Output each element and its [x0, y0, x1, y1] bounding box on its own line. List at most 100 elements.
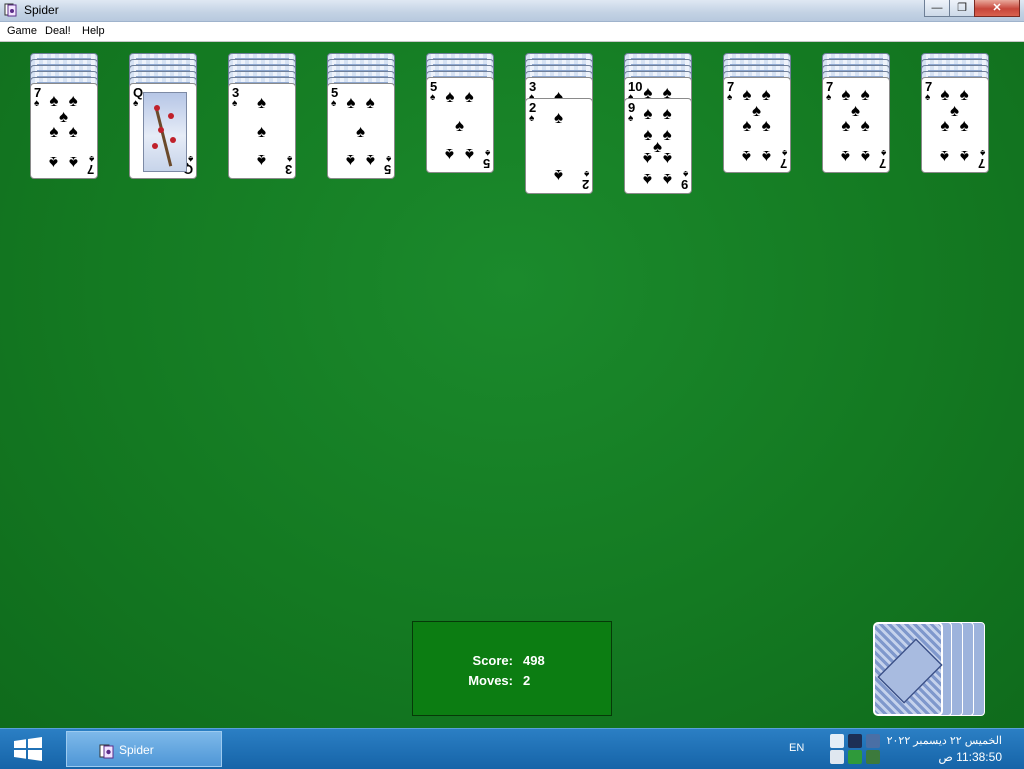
spade-icon: ♠ — [59, 106, 69, 126]
spade-icon: ♠ — [88, 153, 94, 164]
spade-icon: ♠ — [34, 98, 40, 109]
spade-icon: ♠ — [682, 168, 688, 179]
spade-icon: ♠ — [727, 92, 733, 103]
spade-icon: ♠ — [940, 146, 950, 166]
spade-icon: ♠ — [430, 92, 436, 103]
spade-icon: ♠ — [68, 91, 78, 111]
power-icon[interactable] — [866, 750, 880, 764]
playing-card[interactable]: 9 ♠ 9 ♠ ♠ ♠ ♠ ♠ ♠ ♠ ♠ ♠ ♠ — [624, 98, 692, 194]
action-center-icon[interactable] — [830, 734, 844, 748]
playing-card[interactable]: 7 ♠ 7 ♠ ♠ ♠ ♠ ♠ ♠ ♠ ♠ — [921, 77, 989, 173]
card-rank-bottom: 7 — [878, 156, 886, 171]
spade-icon: ♠ — [346, 93, 356, 113]
spade-icon: ♠ — [752, 100, 762, 120]
spade-icon: ♠ — [925, 92, 931, 103]
spade-icon: ♠ — [464, 87, 474, 107]
spade-icon: ♠ — [662, 125, 672, 145]
menu-deal[interactable]: Deal! — [45, 25, 71, 37]
spade-icon: ♠ — [643, 148, 653, 168]
spade-icon: ♠ — [628, 113, 634, 124]
volume-icon[interactable] — [830, 750, 844, 764]
card-rank-bottom: 3 — [284, 162, 292, 177]
spade-icon: ♠ — [257, 122, 267, 141]
spade-icon: ♠ — [68, 122, 78, 141]
card-rank-bottom: 2 — [581, 177, 589, 192]
spade-icon: ♠ — [653, 137, 663, 156]
spade-icon: ♠ — [365, 93, 375, 113]
playing-card[interactable]: 3♠3♠♠♠♠ — [228, 83, 296, 179]
menu-game[interactable]: Game — [7, 25, 37, 37]
windows-start-icon[interactable] — [8, 733, 48, 765]
playing-card[interactable]: 5 ♠ 5 ♠ ♠ ♠ ♠ ♠ ♠ — [426, 77, 494, 173]
playing-card[interactable]: 7 ♠ 7 ♠ ♠ ♠ ♠ ♠ ♠ ♠ ♠ — [723, 77, 791, 173]
spider-app-icon — [4, 3, 17, 17]
playing-card[interactable]: 5 ♠ 5 ♠ ♠ ♠ ♠ ♠ ♠ — [327, 83, 395, 179]
clock-date[interactable]: الخميس ٢٢ ديسمبر ٢٠٢٢ — [887, 734, 1002, 747]
spade-icon: ♠ — [554, 165, 564, 185]
spade-icon: ♠ — [643, 169, 653, 189]
bluetooth-icon[interactable] — [848, 734, 862, 748]
card-rank-bottom: 7 — [977, 156, 985, 171]
language-indicator[interactable]: EN — [789, 742, 804, 754]
spade-icon: ♠ — [781, 147, 787, 158]
card-rank-bottom: 5 — [482, 156, 490, 171]
spade-icon: ♠ — [187, 153, 193, 164]
stock-card-front[interactable] — [873, 622, 943, 716]
spade-icon: ♠ — [365, 150, 375, 170]
spade-icon: ♠ — [662, 169, 672, 189]
spade-icon: ♠ — [257, 150, 267, 170]
network-icon[interactable] — [866, 734, 880, 748]
spade-icon: ♠ — [331, 98, 337, 109]
spade-icon: ♠ — [761, 116, 771, 135]
spade-icon: ♠ — [49, 91, 59, 111]
window-controls: — ❐ ✕ — [924, 0, 1020, 18]
playing-card[interactable]: 2 ♠ 2 ♠ ♠ ♠ — [525, 98, 593, 194]
title-bar[interactable]: Spider — ❐ ✕ — [0, 0, 1024, 22]
playing-card[interactable]: 7 ♠ 7 ♠ ♠ ♠ ♠ ♠ ♠ ♠ ♠ — [30, 83, 98, 179]
taskbar: Spider EN الخميس ٢٢ ديسمبر ٢٠٢٢ 11:38:50… — [0, 728, 1024, 769]
spade-icon: ♠ — [742, 116, 752, 135]
playing-card[interactable]: Q ♠ Q ♠ — [129, 83, 197, 179]
spade-icon: ♠ — [385, 153, 391, 164]
card-rank-bottom: 7 — [779, 156, 787, 171]
spade-icon: ♠ — [761, 85, 771, 105]
spade-icon: ♠ — [49, 122, 59, 141]
card-rank-bottom: 5 — [383, 162, 391, 177]
taskbar-spider-label: Spider — [119, 743, 154, 757]
spade-icon: ♠ — [484, 147, 490, 158]
spade-icon: ♠ — [826, 92, 832, 103]
security-shield-icon[interactable] — [848, 750, 862, 764]
spade-icon: ♠ — [662, 148, 672, 168]
taskbar-spider-button[interactable]: Spider — [66, 731, 222, 767]
spade-icon: ♠ — [356, 122, 366, 141]
spade-icon: ♠ — [68, 152, 78, 172]
score-label: Score: — [472, 653, 513, 668]
card-rank-bottom: 9 — [680, 177, 688, 192]
playing-card[interactable]: 7 ♠ 7 ♠ ♠ ♠ ♠ ♠ ♠ ♠ ♠ — [822, 77, 890, 173]
spade-icon: ♠ — [445, 144, 455, 164]
spade-icon: ♠ — [860, 146, 870, 166]
spade-icon: ♠ — [959, 85, 969, 105]
spade-icon: ♠ — [49, 152, 59, 172]
spade-icon: ♠ — [959, 116, 969, 135]
spade-icon: ♠ — [257, 93, 267, 113]
minimize-button[interactable]: — — [924, 0, 950, 17]
spade-icon: ♠ — [583, 168, 589, 179]
spade-icon: ♠ — [841, 116, 851, 135]
close-button[interactable]: ✕ — [974, 0, 1020, 17]
spade-icon: ♠ — [643, 104, 653, 124]
spade-icon: ♠ — [979, 147, 985, 158]
clock-time[interactable]: 11:38:50 ص — [938, 750, 1002, 764]
spade-icon: ♠ — [464, 144, 474, 164]
spade-icon: ♠ — [851, 100, 861, 120]
menu-help[interactable]: Help — [82, 25, 105, 37]
restore-button[interactable]: ❐ — [949, 0, 975, 17]
card-rank-bottom: 7 — [86, 162, 94, 177]
spade-icon: ♠ — [286, 153, 292, 164]
moves-label: Moves: — [468, 673, 513, 688]
spade-icon: ♠ — [860, 85, 870, 105]
moves-value: 2 — [523, 673, 531, 688]
menu-bar: Game Deal! Help — [0, 22, 1024, 42]
spade-icon: ♠ — [133, 98, 139, 109]
spade-icon: ♠ — [959, 146, 969, 166]
